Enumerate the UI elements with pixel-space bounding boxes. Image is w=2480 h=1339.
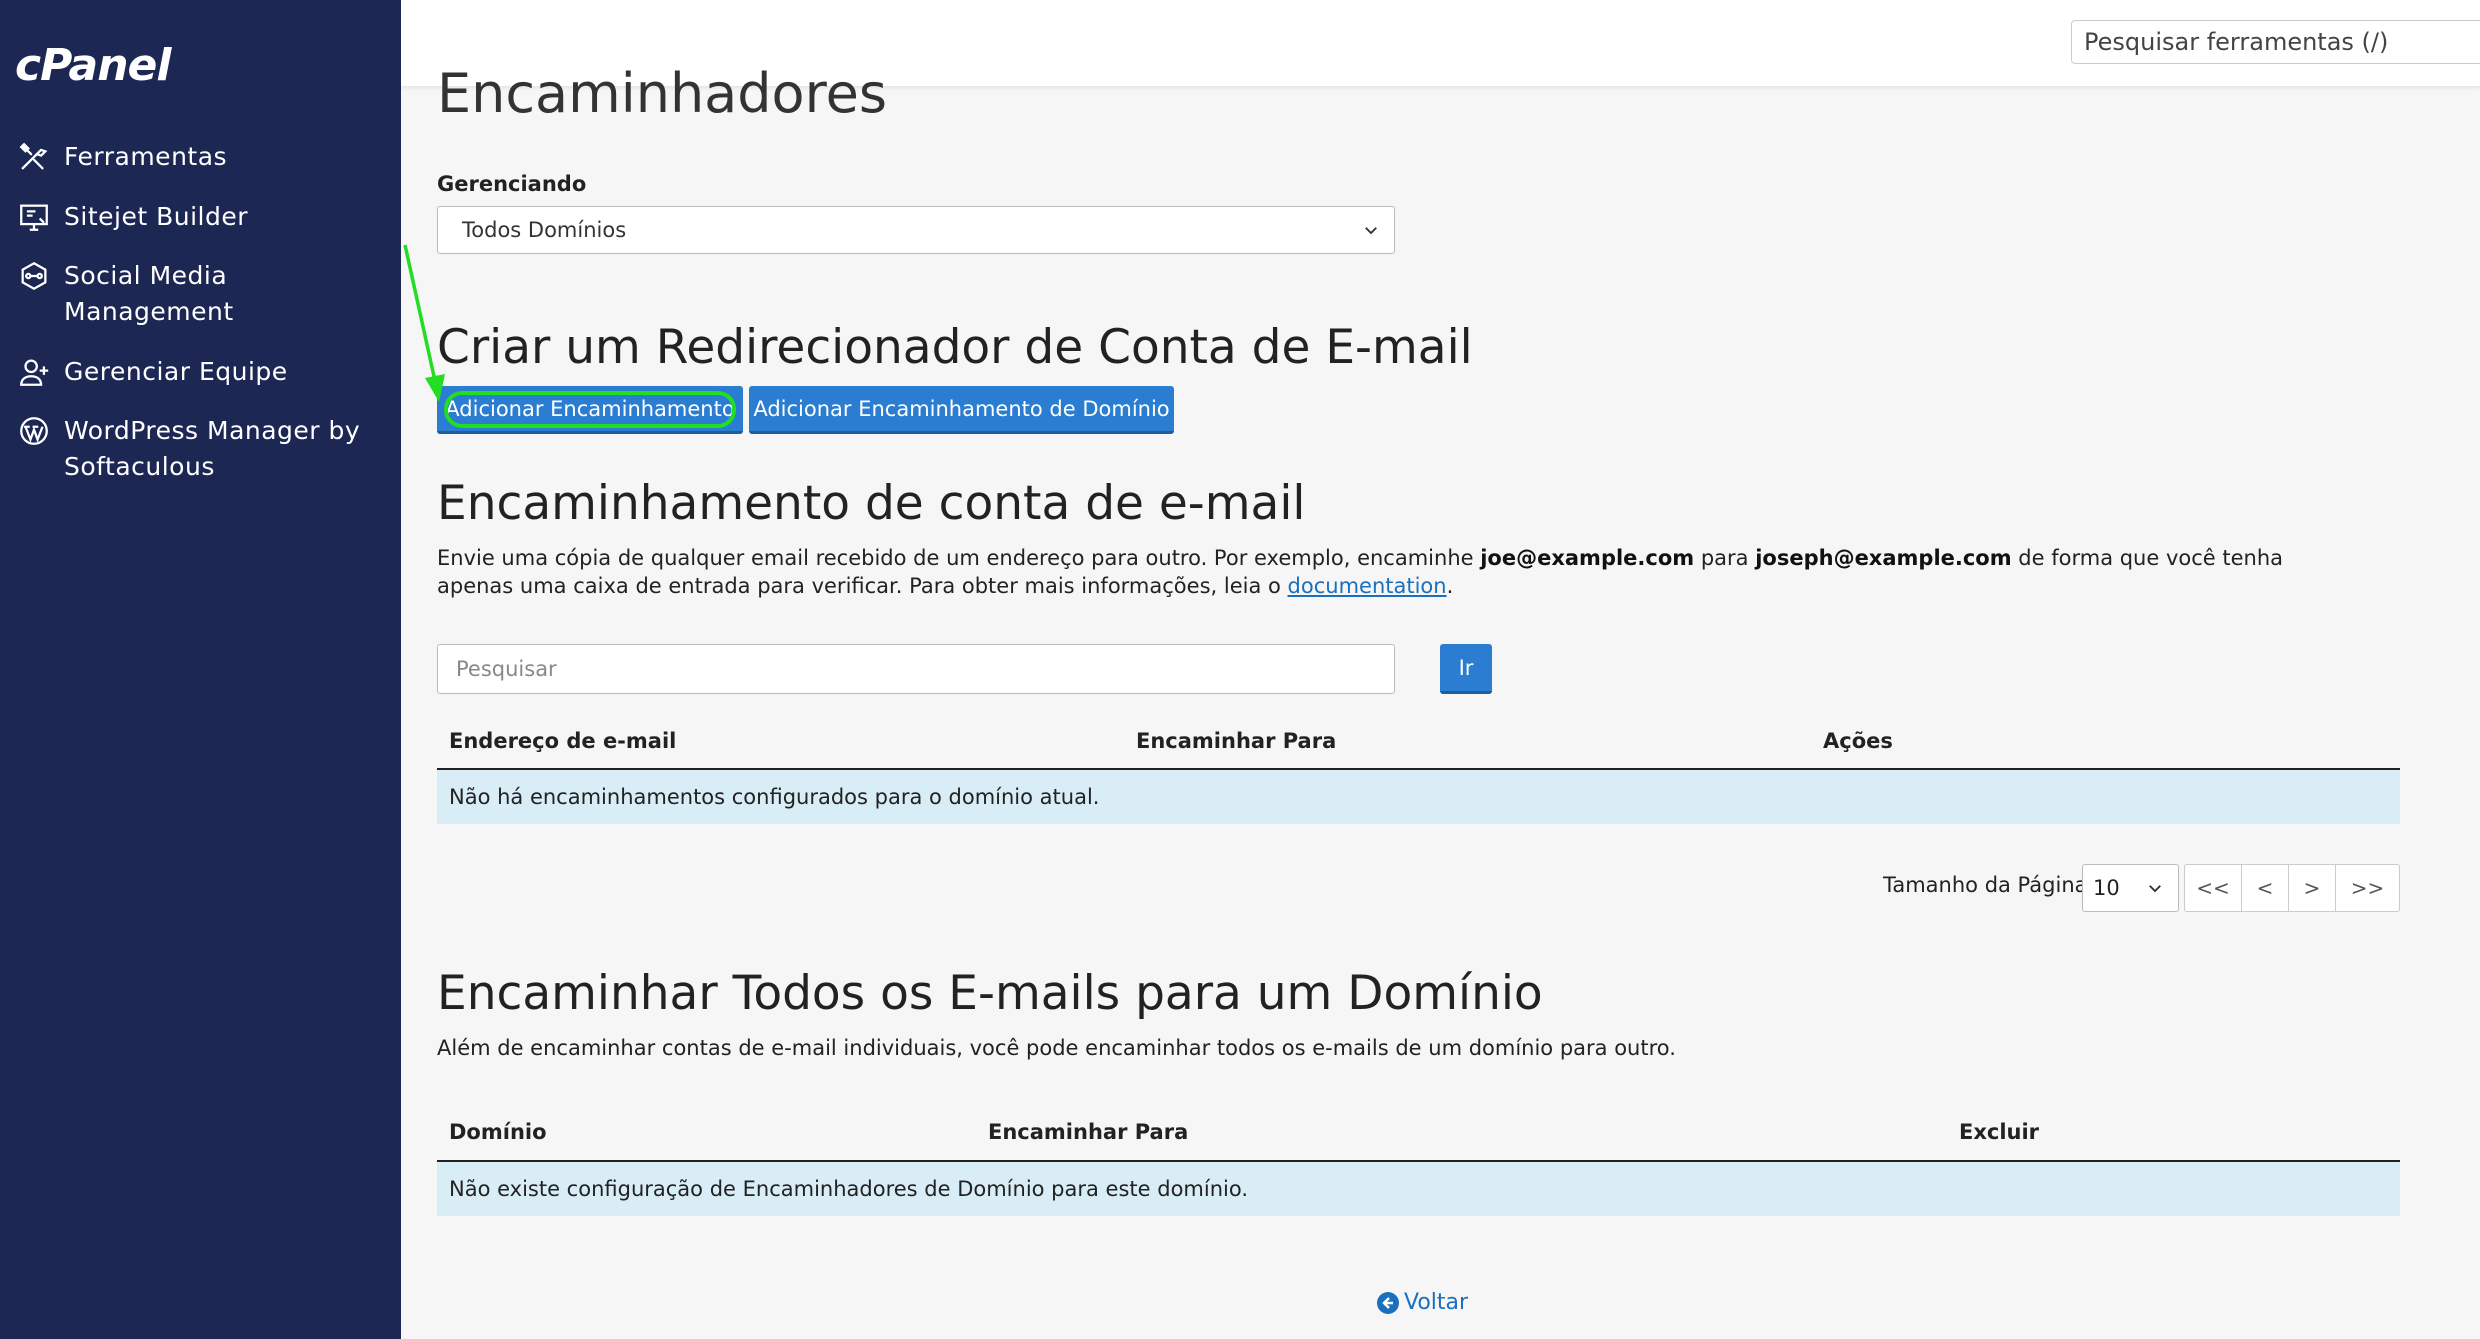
arrow-left-circle-icon (1377, 1291, 1399, 1314)
page-title: Encaminhadores (437, 62, 887, 125)
create-section-title: Criar um Redirecionador de Conta de E-ma… (437, 320, 1473, 375)
sidebar-item-social-media[interactable]: Social Media Management (16, 258, 234, 330)
page-size-label: Tamanho da Página (1883, 873, 2088, 897)
go-button[interactable]: Ir (1440, 644, 1492, 694)
pager-last-button[interactable]: >> (2335, 864, 2400, 912)
pager-next-button[interactable]: > (2288, 864, 2336, 912)
account-empty-row: Não há encaminhamentos configurados para… (437, 770, 2400, 824)
sidebar-item-sitejet[interactable]: Sitejet Builder (16, 199, 248, 235)
add-domain-forwarder-label: Adicionar Encaminhamento de Domínio (753, 396, 1170, 421)
pager-first-button[interactable]: << (2184, 864, 2242, 912)
user-plus-icon (16, 354, 52, 390)
account-section-title: Encaminhamento de conta de e-mail (437, 476, 1306, 531)
page-size-value: 10 (2093, 876, 2120, 900)
table-header-email[interactable]: Endereço de e-mail (449, 729, 676, 753)
table-header-domain-forward-to: Encaminhar Para (988, 1120, 1189, 1144)
sidebar-item-label: Sitejet Builder (64, 202, 248, 231)
domain-select-value: Todos Domínios (462, 218, 627, 242)
sidebar-item-team[interactable]: Gerenciar Equipe (16, 354, 288, 390)
sidebar-item-label: WordPress Manager by Softaculous (64, 416, 361, 481)
domain-description: Além de encaminhar contas de e-mail indi… (437, 1036, 1676, 1060)
pager-prev-button[interactable]: < (2241, 864, 2289, 912)
sidebar-item-wordpress[interactable]: WordPress Manager by Softaculous (16, 413, 360, 485)
back-label: Voltar (1404, 1290, 1469, 1315)
sidebar-item-label: Gerenciar Equipe (64, 357, 288, 386)
domain-empty-row: Não existe configuração de Encaminhadore… (437, 1162, 2400, 1216)
sidebar-item-label: Social Media Management (64, 261, 234, 326)
add-forwarder-label: Adicionar Encaminhamento (445, 396, 735, 421)
cpanel-logo[interactable]: cPanel (15, 40, 171, 91)
chevron-down-icon (1365, 227, 1377, 235)
monitor-icon (16, 199, 52, 235)
sidebar-item-tools[interactable]: Ferramentas (16, 139, 227, 175)
chevron-down-icon (2149, 885, 2161, 893)
tools-search-input[interactable]: Pesquisar ferramentas (/) (2071, 20, 2480, 64)
domain-section-title: Encaminhar Todos os E-mails para um Domí… (437, 966, 1543, 1021)
table-header-domain: Domínio (449, 1120, 547, 1144)
managing-label: Gerenciando (437, 172, 587, 196)
sidebar-item-label: Ferramentas (64, 142, 228, 171)
back-link[interactable]: Voltar (1376, 1290, 1468, 1315)
add-forwarder-button[interactable]: Adicionar Encaminhamento (437, 386, 743, 434)
table-header-delete: Excluir (1959, 1120, 2040, 1144)
domain-select[interactable]: Todos Domínios (437, 206, 1395, 254)
add-domain-forwarder-button[interactable]: Adicionar Encaminhamento de Domínio (749, 386, 1174, 434)
documentation-link[interactable]: documentation (1288, 574, 1447, 598)
page-size-select[interactable]: 10 (2082, 864, 2179, 912)
wordpress-icon (16, 413, 52, 449)
table-header-actions: Ações (1823, 729, 1893, 753)
forwarder-search-input[interactable]: Pesquisar (437, 644, 1395, 694)
tools-icon (16, 139, 52, 175)
table-header-forward-to[interactable]: Encaminhar Para (1136, 729, 1336, 753)
account-description: Envie uma cópia de qualquer email recebi… (437, 546, 2284, 598)
social-icon (16, 258, 52, 294)
sidebar: cPanel Ferramentas Sitejet Builder Socia… (0, 0, 401, 1339)
